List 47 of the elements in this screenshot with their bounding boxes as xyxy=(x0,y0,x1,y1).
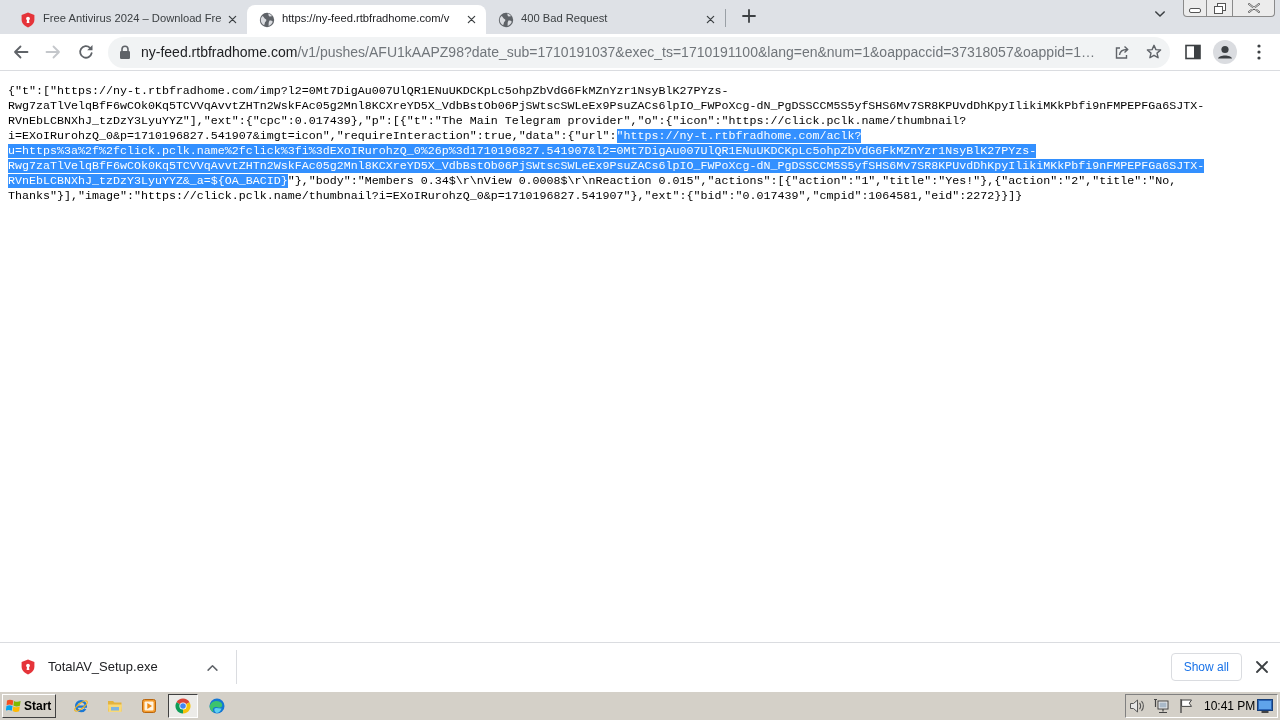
show-all-button[interactable]: Show all xyxy=(1170,653,1242,681)
plus-icon xyxy=(742,9,756,23)
chevron-down-icon xyxy=(1155,11,1165,17)
start-button[interactable]: Start xyxy=(2,694,56,718)
close-icon xyxy=(705,15,715,24)
close-icon xyxy=(466,15,476,24)
ring-logo-icon xyxy=(175,698,191,714)
clock-text[interactable]: 10:41 PM xyxy=(1204,697,1256,715)
profile-button[interactable] xyxy=(1211,38,1239,66)
close-window-button[interactable] xyxy=(1233,0,1275,17)
restore-icon xyxy=(1213,2,1226,14)
address-bar[interactable]: ny-feed.rtbfradhome.com/v1/pushes/AFU1kAAPZ98?date_sub=1710191037&exec_ts=1710191100&lang=en&num=1&oappaccid=37318057&oappid=1… xyxy=(108,36,1170,68)
windows-logo-icon xyxy=(6,698,22,714)
page-json-text: {"t":["https://ny-t.rtbfradhome.com/imp?l2=0Mt7DigAu007UlQR1ENuUKDCKpLc5ohpZbVdG6FkMZnYzr1NsyBlK27PYzs-Rwg7zaTlVelqBfF6wCOk0Kq5TCVVqAvvtZHTn2WskFAc05g2Mnl8KCXreYD5X_VdbBstOb06PjSWtscSWLeEx9PsuZACs6lpIO_FWPoXcg-dN_PgDSSCCM5S5yfSHS6Mv7SR8KPUvdDhKpyIlikiMKkPbfi9nFMPEPFGa6SJTX-RVnEbLCBNXhJ_tzDzY3LyuYYZ"],"ext":{"cpc":0.017439},"p":[{"t":"The Main Telegram provider","o":{"icon":"https://click.pclk.name/thumbnail?i=EXoIRurohzQ_0&p=1710196827.541907&imgt=icon","requireInteraction":true,"data":{"url":"https://ny-t.rtbfradhome.com/aclk?u=https%3a%2f%2fclick.pclk.name%2fclick%3fi%3dEXoIRurohzQ_0%26p%3d1710196827.541907&l2=0Mt7DigAu007UlQR1ENuUKDCKpLc5ohpZbVdG6FkMZnYzr1NsyBlK27PYzs-Rwg7zaTlVelqBfF6wCOk0Kq5TCVVqAvvtZHTn2WskFAc05g2Mnl8KCXreYD5X_VdbBstOb06PjSWtscSWLeEx9PsuZACs6lpIO_FWPoXcg-dN_PgDSSCCM5S5yfSHS6Mv7SR8KPUvdDhKpyIlikiMKkPbfi9nFMPEPFGa6SJTX-RVnEbLCBNXhJ_tzDzY3LyuYYZ&_a=${OA_BACID}"},"body":"Members 0.34$\r\nView 0.0008$\r\nReaction 0.015","actions":[{"action":"1","title":"Yes!"},{"action":"2","title":"No, Thanks"}],"image":"https://click.pclk.name/thumbnail?i=EXoIRurohzQ_0&p=1710196827.541907"},"ext":{"bid":"0.017439","cmpid":1064581,"eid":2272}}]} xyxy=(8,84,1206,204)
play-icon xyxy=(141,698,157,714)
arrow-right-icon xyxy=(45,44,61,60)
folder-icon xyxy=(107,698,123,714)
close-icon xyxy=(1256,661,1268,673)
restore-button[interactable] xyxy=(1207,0,1233,17)
e-logo-icon xyxy=(73,698,89,714)
network-icon[interactable] xyxy=(1153,698,1169,714)
side-panel-icon xyxy=(1185,44,1201,60)
browser-tab[interactable]: https://ny-feed.rtbfradhome.com/v xyxy=(247,5,486,34)
taskbar-app-button[interactable] xyxy=(168,694,198,718)
chevron-up-icon xyxy=(206,663,218,671)
star-icon xyxy=(1146,44,1162,60)
monitor-icon[interactable] xyxy=(1257,698,1273,714)
download-filename[interactable]: TotalAV_Setup.exe xyxy=(48,657,158,677)
arrow-left-icon xyxy=(13,44,29,60)
globe-icon xyxy=(498,11,514,28)
close-icon xyxy=(227,15,237,24)
shield-icon xyxy=(20,11,36,28)
speaker-icon[interactable] xyxy=(1129,698,1145,714)
browser-tab[interactable]: Free Antivirus 2024 – Download Fre xyxy=(8,5,247,34)
browser-tab[interactable]: 400 Bad Request xyxy=(486,5,725,34)
globe-icon xyxy=(259,11,275,28)
wave-logo-icon xyxy=(209,698,225,714)
share-icon xyxy=(1114,44,1130,60)
avatar-icon xyxy=(1213,40,1237,64)
shield-icon xyxy=(20,659,36,675)
flag-icon[interactable] xyxy=(1178,698,1194,714)
close-icon xyxy=(1247,3,1260,13)
lock-icon xyxy=(119,45,131,59)
minimize-icon xyxy=(1189,8,1201,13)
more-vertical-icon xyxy=(1257,44,1261,60)
reload-icon xyxy=(78,44,94,60)
minimize-button[interactable] xyxy=(1183,0,1207,17)
